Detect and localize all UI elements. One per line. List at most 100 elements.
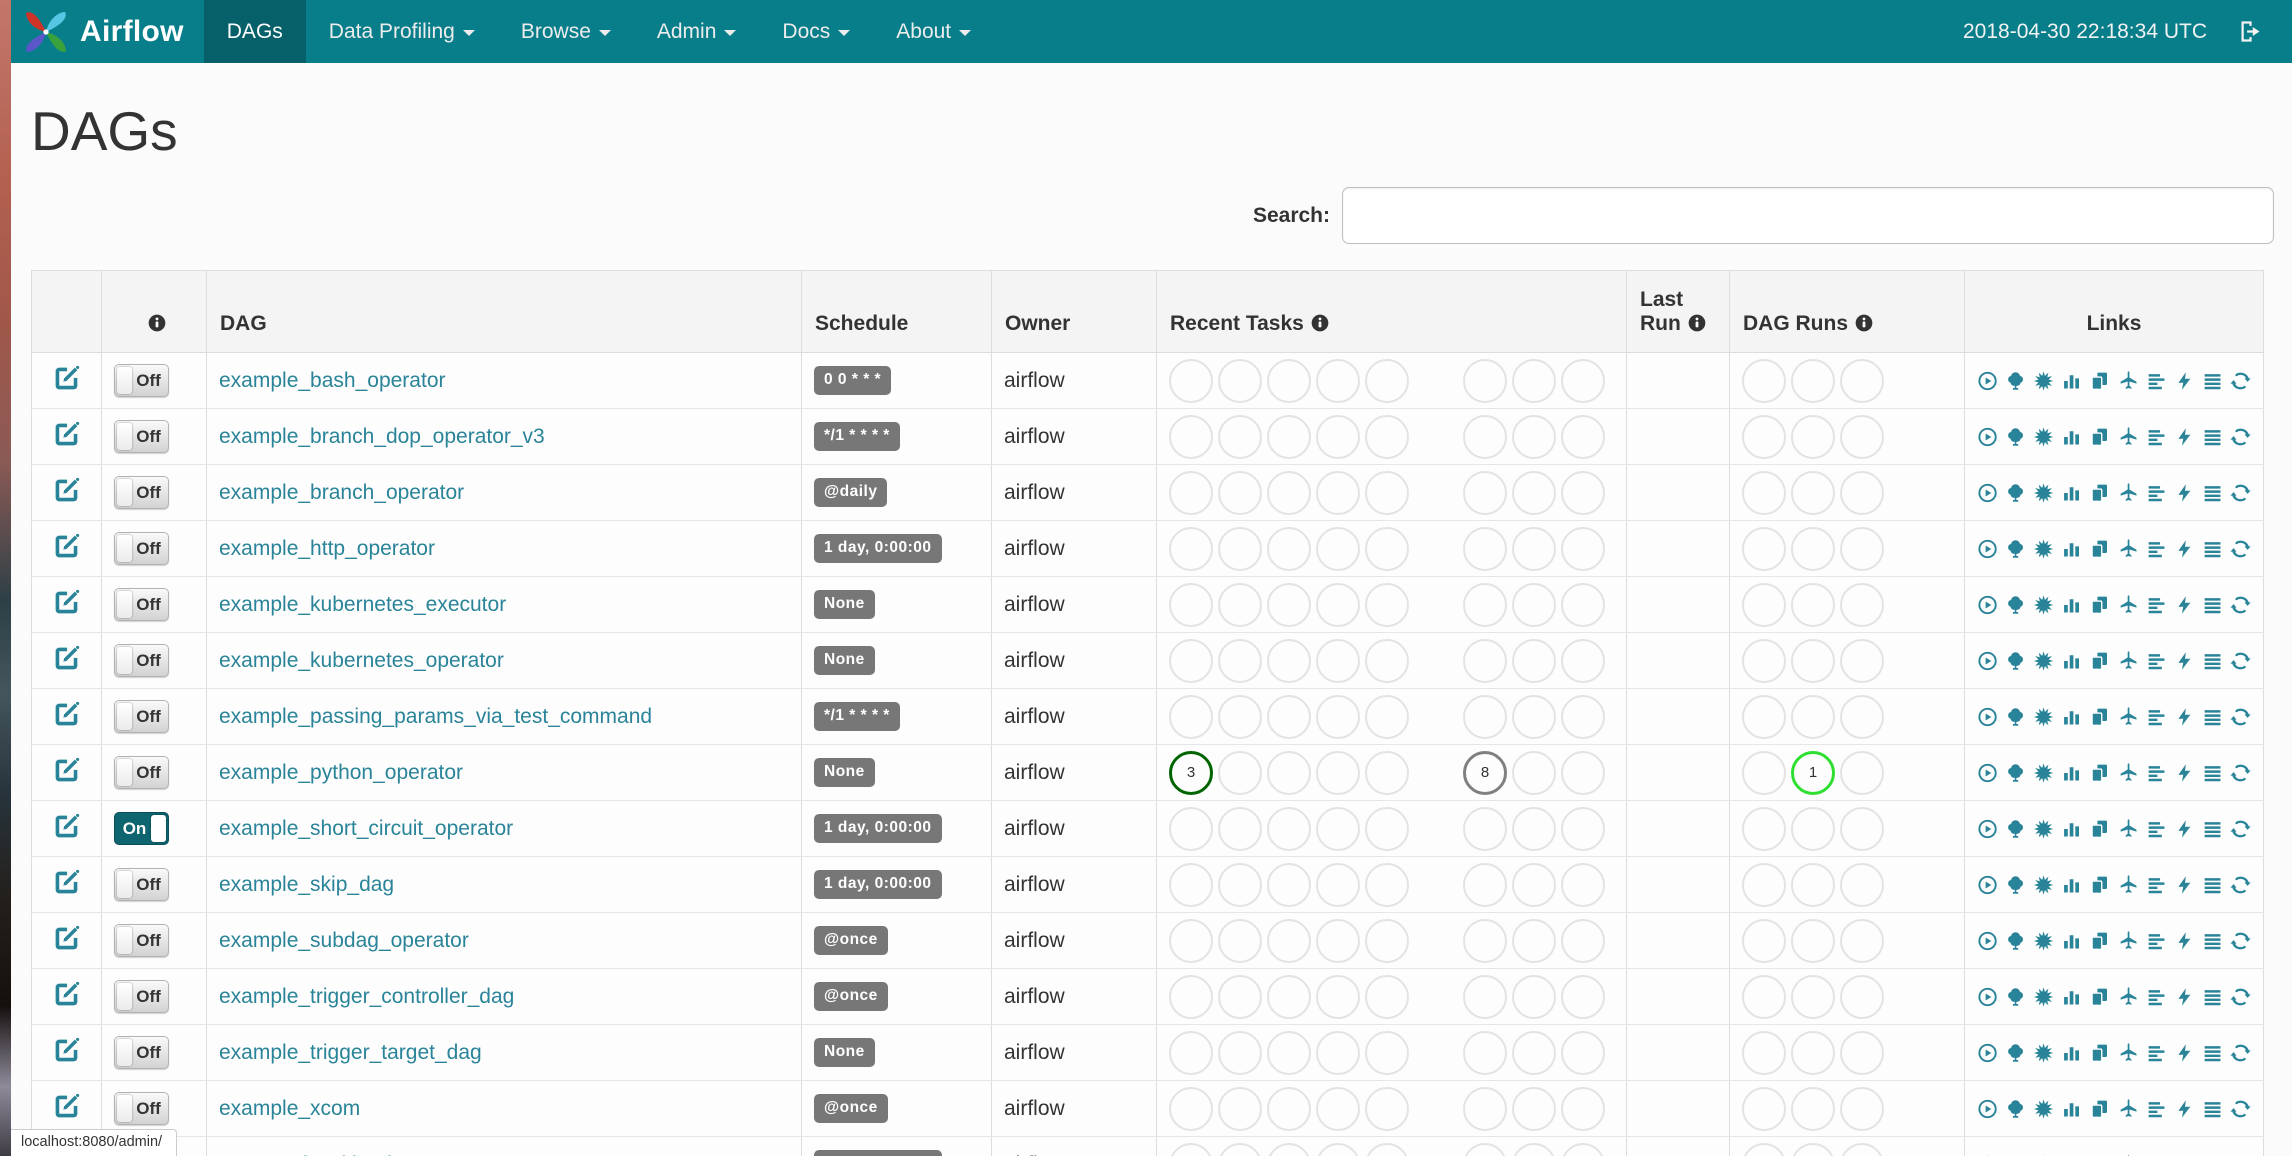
code-view-icon[interactable] — [2174, 648, 2195, 674]
edit-dag-icon[interactable] — [52, 644, 81, 673]
landing-times-icon[interactable] — [2118, 984, 2139, 1010]
dag-link[interactable]: example_kubernetes_operator — [219, 649, 504, 672]
trigger-dag-icon[interactable] — [1977, 424, 1998, 450]
task-tries-icon[interactable] — [2089, 1152, 2110, 1156]
dag-details-icon[interactable] — [2202, 424, 2223, 450]
tree-view-icon[interactable] — [2005, 872, 2026, 898]
trigger-dag-icon[interactable] — [1977, 368, 1998, 394]
dag-details-icon[interactable] — [2202, 872, 2223, 898]
edit-dag-icon[interactable] — [52, 980, 81, 1009]
dag-link[interactable]: example_trigger_controller_dag — [219, 985, 514, 1008]
trigger-dag-icon[interactable] — [1977, 1096, 1998, 1122]
landing-times-icon[interactable] — [2118, 928, 2139, 954]
graph-view-icon[interactable] — [2033, 368, 2054, 394]
dag-details-icon[interactable] — [2202, 816, 2223, 842]
code-view-icon[interactable] — [2174, 592, 2195, 618]
tree-view-icon[interactable] — [2005, 1040, 2026, 1066]
tree-view-icon[interactable] — [2005, 424, 2026, 450]
refresh-dag-icon[interactable] — [2230, 480, 2251, 506]
task-count-circle[interactable]: 3 — [1169, 750, 1213, 795]
task-tries-icon[interactable] — [2089, 536, 2110, 562]
trigger-dag-icon[interactable] — [1977, 1152, 1998, 1156]
graph-view-icon[interactable] — [2033, 480, 2054, 506]
dag-pause-toggle[interactable]: Off — [114, 980, 169, 1013]
task-tries-icon[interactable] — [2089, 704, 2110, 730]
code-view-icon[interactable] — [2174, 1152, 2195, 1156]
landing-times-icon[interactable] — [2118, 760, 2139, 786]
gantt-view-icon[interactable] — [2146, 984, 2167, 1010]
task-tries-icon[interactable] — [2089, 760, 2110, 786]
refresh-dag-icon[interactable] — [2230, 1040, 2251, 1066]
logout-icon[interactable] — [2237, 18, 2264, 45]
code-view-icon[interactable] — [2174, 480, 2195, 506]
code-view-icon[interactable] — [2174, 536, 2195, 562]
gantt-view-icon[interactable] — [2146, 480, 2167, 506]
task-duration-icon[interactable] — [2061, 816, 2082, 842]
dag-link[interactable]: example_kubernetes_executor — [219, 593, 506, 616]
graph-view-icon[interactable] — [2033, 872, 2054, 898]
dag-pause-toggle[interactable]: Off — [114, 364, 169, 397]
dag-details-icon[interactable] — [2202, 1096, 2223, 1122]
dag-pause-toggle[interactable]: Off — [114, 1092, 169, 1125]
dag-pause-toggle[interactable]: Off — [114, 532, 169, 565]
task-tries-icon[interactable] — [2089, 368, 2110, 394]
gantt-view-icon[interactable] — [2146, 1040, 2167, 1066]
dag-details-icon[interactable] — [2202, 1152, 2223, 1156]
task-duration-icon[interactable] — [2061, 648, 2082, 674]
graph-view-icon[interactable] — [2033, 648, 2054, 674]
nav-item-admin[interactable]: Admin — [634, 0, 760, 63]
tree-view-icon[interactable] — [2005, 984, 2026, 1010]
refresh-dag-icon[interactable] — [2230, 1152, 2251, 1156]
task-duration-icon[interactable] — [2061, 1096, 2082, 1122]
graph-view-icon[interactable] — [2033, 816, 2054, 842]
landing-times-icon[interactable] — [2118, 368, 2139, 394]
dag-pause-toggle[interactable]: Off — [114, 1036, 169, 1069]
gantt-view-icon[interactable] — [2146, 872, 2167, 898]
tree-view-icon[interactable] — [2005, 480, 2026, 506]
code-view-icon[interactable] — [2174, 928, 2195, 954]
gantt-view-icon[interactable] — [2146, 368, 2167, 394]
dag-link[interactable]: example_passing_params_via_test_command — [219, 705, 652, 728]
edit-dag-icon[interactable] — [52, 364, 81, 393]
task-tries-icon[interactable] — [2089, 648, 2110, 674]
refresh-dag-icon[interactable] — [2230, 648, 2251, 674]
task-duration-icon[interactable] — [2061, 760, 2082, 786]
gantt-view-icon[interactable] — [2146, 704, 2167, 730]
dag-pause-toggle[interactable]: Off — [114, 644, 169, 677]
task-duration-icon[interactable] — [2061, 480, 2082, 506]
task-tries-icon[interactable] — [2089, 872, 2110, 898]
task-tries-icon[interactable] — [2089, 424, 2110, 450]
dag-details-icon[interactable] — [2202, 1040, 2223, 1066]
edit-dag-icon[interactable] — [52, 924, 81, 953]
refresh-dag-icon[interactable] — [2230, 928, 2251, 954]
task-tries-icon[interactable] — [2089, 984, 2110, 1010]
graph-view-icon[interactable] — [2033, 1040, 2054, 1066]
gantt-view-icon[interactable] — [2146, 1096, 2167, 1122]
graph-view-icon[interactable] — [2033, 1152, 2054, 1156]
landing-times-icon[interactable] — [2118, 1152, 2139, 1156]
task-tries-icon[interactable] — [2089, 928, 2110, 954]
task-count-circle[interactable]: 1 — [1791, 750, 1835, 795]
refresh-dag-icon[interactable] — [2230, 1096, 2251, 1122]
dag-details-icon[interactable] — [2202, 704, 2223, 730]
edit-dag-icon[interactable] — [52, 1036, 81, 1065]
task-duration-icon[interactable] — [2061, 984, 2082, 1010]
trigger-dag-icon[interactable] — [1977, 760, 1998, 786]
dag-pause-toggle[interactable]: Off — [114, 700, 169, 733]
gantt-view-icon[interactable] — [2146, 536, 2167, 562]
dag-link[interactable]: example_branch_operator — [219, 481, 464, 504]
edit-dag-icon[interactable] — [52, 420, 81, 449]
trigger-dag-icon[interactable] — [1977, 872, 1998, 898]
code-view-icon[interactable] — [2174, 368, 2195, 394]
code-view-icon[interactable] — [2174, 760, 2195, 786]
dag-link[interactable]: example_trigger_target_dag — [219, 1041, 482, 1064]
edit-dag-icon[interactable] — [52, 756, 81, 785]
gantt-view-icon[interactable] — [2146, 592, 2167, 618]
dag-details-icon[interactable] — [2202, 368, 2223, 394]
nav-item-dags[interactable]: DAGs — [203, 0, 306, 63]
dag-link[interactable]: example_http_operator — [219, 537, 435, 560]
nav-item-docs[interactable]: Docs — [759, 0, 873, 63]
task-tries-icon[interactable] — [2089, 816, 2110, 842]
tree-view-icon[interactable] — [2005, 648, 2026, 674]
task-duration-icon[interactable] — [2061, 592, 2082, 618]
